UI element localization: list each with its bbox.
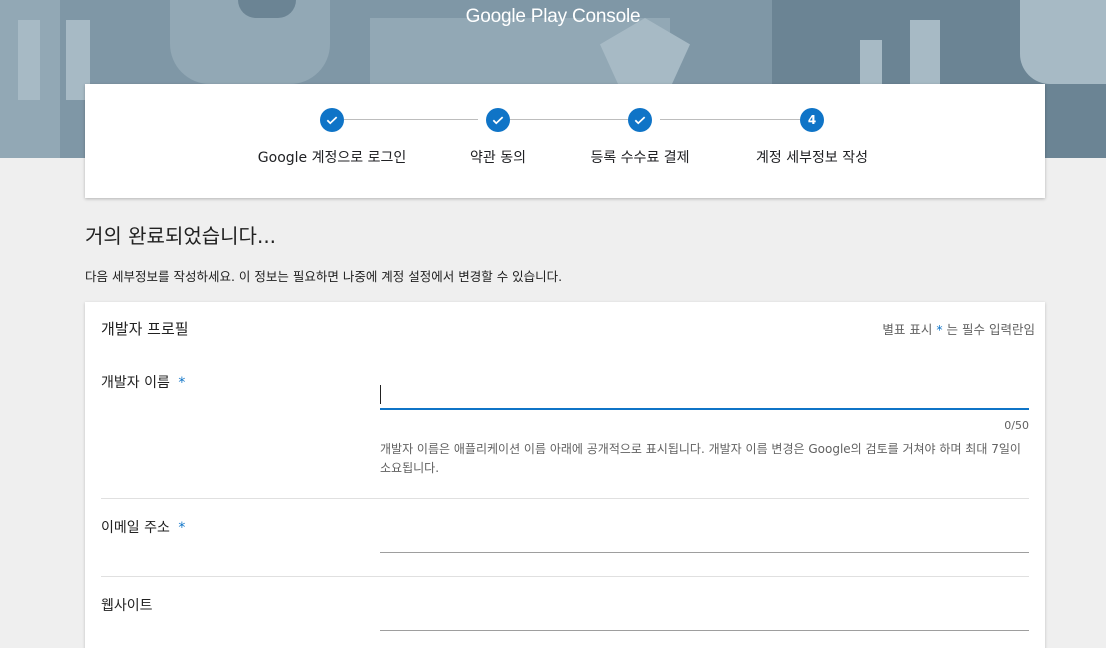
required-star: * bbox=[178, 520, 186, 536]
developer-name-counter: 0/50 bbox=[1004, 419, 1029, 432]
step-connector bbox=[344, 119, 478, 120]
developer-name-input[interactable] bbox=[380, 380, 1029, 410]
page-description: 다음 세부정보를 작성하세요. 이 정보는 필요하면 나중에 계정 설정에서 변… bbox=[85, 269, 563, 284]
step-2-check-icon bbox=[486, 108, 510, 132]
section-title: 개발자 프로필 bbox=[101, 320, 189, 338]
banner-decoration bbox=[910, 20, 940, 84]
developer-profile-form: 개발자 프로필 별표 표시 * 는 필수 입력란임 개발자 이름 * 0/50 … bbox=[85, 302, 1045, 648]
divider bbox=[101, 498, 1029, 499]
page-title: 거의 완료되었습니다... bbox=[85, 224, 277, 248]
required-star: * bbox=[936, 322, 943, 337]
step-3-check-icon bbox=[628, 108, 652, 132]
step-4-number: 4 bbox=[800, 108, 824, 132]
progress-stepper: 4 Google 계정으로 로그인 약관 동의 등록 수수료 결제 계정 세부정… bbox=[85, 84, 1045, 198]
developer-name-label-text: 개발자 이름 bbox=[101, 375, 170, 391]
banner-decoration bbox=[18, 20, 40, 100]
banner-decoration bbox=[860, 40, 882, 84]
email-input[interactable] bbox=[380, 523, 1029, 553]
required-note-suffix: 는 필수 입력란임 bbox=[946, 322, 1035, 337]
developer-name-label: 개발자 이름 * bbox=[101, 372, 185, 392]
step-4-label: 계정 세부정보 작성 bbox=[756, 150, 868, 166]
website-input[interactable] bbox=[380, 601, 1029, 631]
step-2-label: 약관 동의 bbox=[470, 150, 526, 166]
step-3-label: 등록 수수료 결제 bbox=[590, 150, 690, 166]
required-note: 별표 표시 * 는 필수 입력란임 bbox=[882, 319, 1035, 338]
step-connector bbox=[660, 119, 800, 120]
step-1-label: Google 계정으로 로그인 bbox=[257, 150, 407, 166]
step-1-check-icon bbox=[320, 108, 344, 132]
required-note-prefix: 별표 표시 bbox=[882, 322, 933, 337]
step-connector bbox=[510, 119, 628, 120]
email-label-text: 이메일 주소 bbox=[101, 520, 170, 536]
website-label: 웹사이트 bbox=[101, 595, 153, 615]
text-caret bbox=[380, 385, 381, 404]
divider bbox=[101, 576, 1029, 577]
required-star: * bbox=[178, 375, 186, 391]
developer-name-help: 개발자 이름은 애플리케이션 이름 아래에 공개적으로 표시됩니다. 개발자 이… bbox=[380, 442, 1021, 475]
brand-title: Google Play Console bbox=[465, 6, 641, 27]
website-label-text: 웹사이트 bbox=[101, 598, 153, 614]
email-label: 이메일 주소 * bbox=[101, 517, 185, 537]
